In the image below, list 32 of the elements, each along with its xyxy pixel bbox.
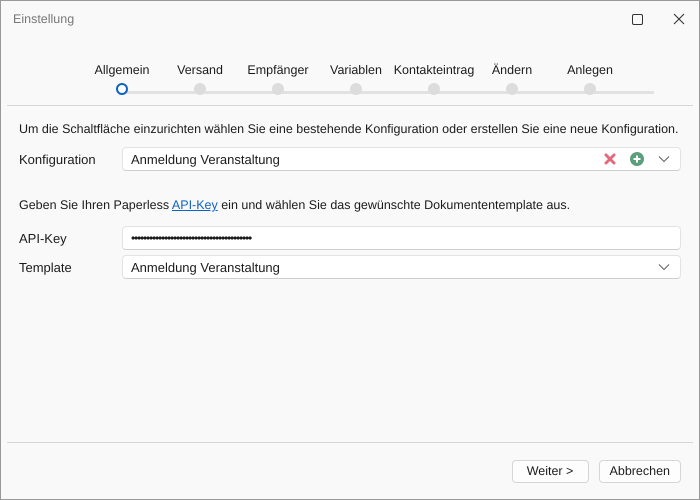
step-dot[interactable] bbox=[116, 83, 128, 95]
api-key-link[interactable]: API-Key bbox=[172, 198, 218, 212]
step-label: Anlegen bbox=[567, 63, 613, 77]
delete-icon[interactable] bbox=[604, 153, 616, 165]
step-dot[interactable] bbox=[272, 83, 284, 95]
close-icon[interactable] bbox=[673, 13, 685, 25]
step-dot[interactable] bbox=[584, 83, 596, 95]
chevron-down-icon[interactable] bbox=[658, 155, 670, 163]
field-label: Template bbox=[19, 260, 73, 274]
cancel-button[interactable]: Abbrechen bbox=[598, 460, 681, 482]
step-dot[interactable] bbox=[428, 83, 440, 95]
step-label: Allgemein bbox=[94, 63, 150, 77]
step-label: Empfänger bbox=[247, 63, 309, 77]
field-label: API-Key bbox=[19, 230, 68, 246]
step-label: Versand bbox=[177, 63, 223, 77]
step-dot[interactable] bbox=[194, 83, 206, 95]
step-label: Variablen bbox=[330, 63, 382, 77]
password-field[interactable]: •••••••••••••••••••••••••••••••••••••••• bbox=[122, 226, 681, 250]
step-label: Ändern bbox=[492, 63, 532, 77]
chevron-down-icon[interactable] bbox=[658, 263, 670, 271]
dropdown-field[interactable]: Anmeldung Veranstaltung bbox=[122, 255, 681, 279]
next-button[interactable]: Weiter > bbox=[512, 460, 589, 482]
step-dot[interactable] bbox=[350, 83, 362, 95]
instruction-text: Geben Sie Ihren Paperless API-Key ein und wählen Sie das gewünschte Dokumententemplate aus. bbox=[19, 198, 572, 212]
window-title: Einstellung bbox=[13, 12, 76, 26]
dropdown-field[interactable]: Anmeldung Veranstaltung bbox=[122, 147, 681, 171]
maximize-icon[interactable] bbox=[632, 14, 643, 24]
step-dot[interactable] bbox=[506, 83, 518, 95]
step-label: Kontakteintrag bbox=[394, 63, 474, 77]
add-icon[interactable] bbox=[630, 152, 644, 166]
instruction-text: Um die Schaltfläche einzurichten wählen Sie eine bestehende Konfiguration oder erstellen Sie eine neue Konfiguration. bbox=[19, 122, 680, 136]
field-label: Konfiguration bbox=[19, 152, 97, 166]
